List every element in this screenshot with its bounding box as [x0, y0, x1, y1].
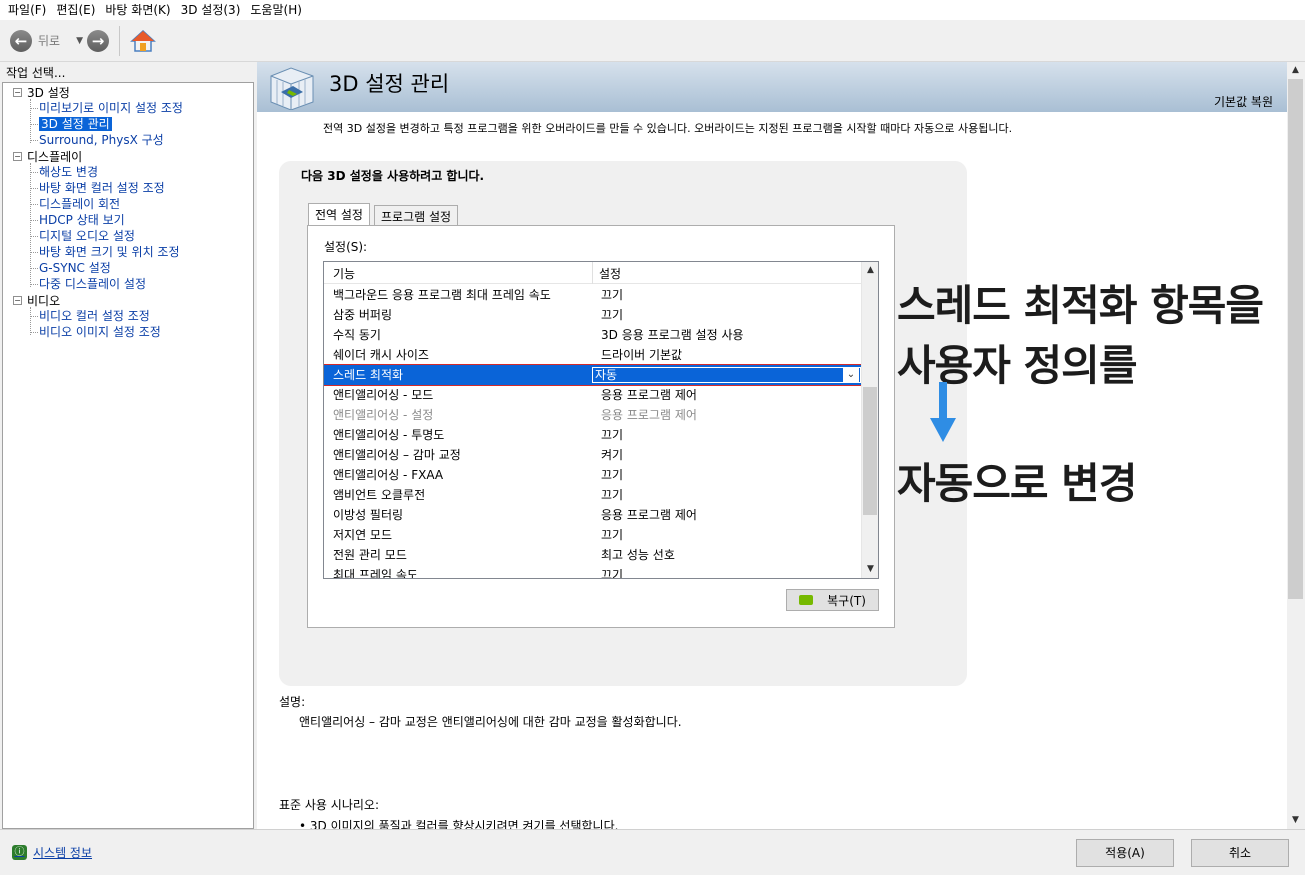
menu-edit[interactable]: 편집(E) [52, 0, 101, 20]
settings-group: 다음 3D 설정을 사용하려고 합니다. 전역 설정 프로그램 설정 설정(S)… [279, 161, 967, 686]
annotation-text: 스레드 최적화 항목을 [897, 281, 1264, 330]
tree-item-surround[interactable]: Surround, PhysX 구성 [31, 132, 164, 148]
tree-category-label: 비디오 [27, 293, 61, 308]
restore-button-label: 복구(T) [827, 593, 866, 608]
chevron-down-icon[interactable]: ⌄ [843, 367, 859, 383]
collapse-icon[interactable]: − [13, 295, 22, 305]
tree-item-desktop-size[interactable]: 바탕 화면 크기 및 위치 조정 [31, 244, 180, 260]
table-row[interactable]: 앰비언트 오클루전 끄기 [324, 485, 861, 505]
description-text: 앤티앨리어싱 – 감마 교정은 앤티앨리어싱에 대한 감마 교정을 활성화합니다… [299, 715, 682, 729]
scroll-thumb[interactable] [1288, 79, 1303, 599]
menu-desktop[interactable]: 바탕 화면(K) [101, 0, 176, 20]
description-label: 설명: [279, 695, 306, 709]
column-header-feature[interactable]: 기능 [333, 265, 355, 282]
table-row[interactable]: 앤티앨리어싱 – 감마 교정 켜기 [324, 445, 861, 465]
settings-list-label: 설정(S): [324, 240, 368, 254]
tab-program-settings[interactable]: 프로그램 설정 [374, 205, 459, 225]
forward-arrow-icon[interactable]: → [87, 29, 110, 52]
table-row[interactable]: 전원 관리 모드 최고 성능 선호 [324, 545, 861, 565]
table-row[interactable]: 저지연 모드 끄기 [324, 525, 861, 545]
cancel-button[interactable]: 취소 [1191, 839, 1289, 867]
menu-bar: 파일(F) 편집(E) 바탕 화면(K) 3D 설정(3) 도움말(H) [0, 0, 1305, 20]
table-row[interactable]: 최대 프레임 속도 끄기 [324, 565, 861, 578]
restore-defaults-link[interactable]: 기본값 복원 [1214, 93, 1273, 110]
tab-global-settings[interactable]: 전역 설정 [308, 203, 370, 225]
table-row[interactable]: 삼중 버퍼링 끄기 [324, 305, 861, 325]
collapse-icon[interactable]: − [13, 151, 22, 161]
scroll-down-icon[interactable]: ▼ [1287, 812, 1304, 829]
menu-3d-settings[interactable]: 3D 설정(3) [177, 0, 247, 20]
tree-line [30, 99, 31, 143]
annotation-text: 자동으로 변경 [897, 459, 1137, 508]
task-tree: − 3D 설정 미리보기로 이미지 설정 조정 3D 설정 관리 Surroun… [2, 82, 254, 829]
toolbar: ← 뒤로 ▼ → [0, 20, 1305, 62]
page-header: 3D 설정 관리 기본값 복원 [257, 62, 1287, 112]
setting-combobox[interactable]: 자동 [592, 367, 861, 383]
menu-help[interactable]: 도움말(H) [246, 0, 308, 20]
system-info-link[interactable]: ⓘ 시스템 정보 [12, 844, 92, 861]
back-button-label[interactable]: 뒤로 [38, 32, 60, 49]
table-row[interactable]: 앤티앨리어싱 - 투명도 끄기 [324, 425, 861, 445]
scenario-item: • 3D 이미지의 품질과 컬러를 향상시키려면 켜기를 선택합니다. [299, 819, 619, 829]
tree-item-gsync[interactable]: G-SYNC 설정 [31, 260, 111, 276]
tree-category-label: 디스플레이 [27, 149, 83, 164]
column-header-setting[interactable]: 설정 [599, 265, 621, 282]
scroll-thumb[interactable] [863, 387, 877, 515]
tree-category-3d[interactable]: − 3D 설정 [13, 84, 70, 100]
nvidia-logo-icon [799, 595, 814, 605]
tree-item-video-color[interactable]: 비디오 컬러 설정 조정 [31, 308, 150, 324]
apply-button[interactable]: 적용(A) [1076, 839, 1174, 867]
scroll-down-icon[interactable]: ▼ [862, 561, 878, 578]
table-row-selected[interactable]: 스레드 최적화 자동 ⌄ [324, 364, 862, 386]
page-title: 3D 설정 관리 [329, 72, 450, 96]
table-row[interactable]: 쉐이더 캐시 사이즈 드라이버 기본값 [324, 345, 861, 365]
bottom-bar: ⓘ 시스템 정보 적용(A) 취소 [0, 829, 1305, 875]
restore-button[interactable]: 복구(T) [786, 589, 879, 611]
table-row[interactable]: 앤티앨리어싱 - FXAA 끄기 [324, 465, 861, 485]
toolbar-separator [119, 25, 121, 56]
back-arrow-icon[interactable]: ← [10, 29, 32, 52]
table-row[interactable]: 이방성 필터링 응용 프로그램 제어 [324, 505, 861, 525]
page-description: 전역 3D 설정을 변경하고 특정 프로그램을 위한 오버라이드를 만들 수 있… [323, 122, 1013, 135]
back-dropdown-icon[interactable]: ▼ [76, 36, 83, 46]
table-row[interactable]: 앤티앨리어싱 - 설정 응용 프로그램 제어 [324, 405, 861, 425]
scroll-up-icon[interactable]: ▲ [1287, 62, 1304, 79]
tree-item-rotate[interactable]: 디스플레이 회전 [30, 196, 120, 212]
system-info-icon: ⓘ [12, 845, 27, 860]
main-scrollbar[interactable]: ▲ ▼ [1287, 62, 1304, 829]
tree-category-label: 3D 설정 [27, 85, 70, 100]
list-header: 기능 설정 [324, 262, 861, 284]
tree-item-multi-display[interactable]: 다중 디스플레이 설정 [31, 276, 146, 292]
tree-item-manage-3d[interactable]: 3D 설정 관리 [31, 116, 112, 132]
tree-item-resolution[interactable]: 해상도 변경 [30, 164, 98, 180]
tree-category-video[interactable]: − 비디오 [13, 292, 60, 308]
tree-item-preview[interactable]: 미리보기로 이미지 설정 조정 [31, 100, 183, 116]
table-row[interactable]: 앤티앨리어싱 - 모드 응용 프로그램 제어 [324, 385, 861, 405]
collapse-icon[interactable]: − [13, 87, 22, 97]
tree-item-video-image[interactable]: 비디오 이미지 설정 조정 [31, 324, 161, 340]
system-info-label: 시스템 정보 [33, 846, 93, 860]
task-select-label: 작업 선택... [6, 66, 66, 80]
3d-settings-icon [267, 66, 317, 113]
scroll-up-icon[interactable]: ▲ [862, 262, 878, 279]
column-divider[interactable] [592, 262, 593, 284]
tree-item-hdcp[interactable]: HDCP 상태 보기 [31, 212, 125, 228]
tab-panel: 설정(S): 기능 설정 백그라운드 응용 프로그램 최대 프레임 속도 끄기 삼… [307, 225, 895, 628]
settings-list[interactable]: 기능 설정 백그라운드 응용 프로그램 최대 프레임 속도 끄기 삼중 버퍼링 끄기… [323, 261, 879, 579]
table-row[interactable]: 백그라운드 응용 프로그램 최대 프레임 속도 끄기 [324, 285, 861, 305]
scenario-label: 표준 사용 시나리오: [279, 798, 379, 812]
tree-category-display[interactable]: − 디스플레이 [13, 148, 82, 164]
home-icon[interactable] [130, 29, 156, 53]
tree-item-desktop-color[interactable]: 바탕 화면 컬러 설정 조정 [31, 180, 165, 196]
tree-line [30, 307, 31, 335]
settings-heading: 다음 3D 설정을 사용하려고 합니다. [301, 169, 485, 183]
main-content: 3D 설정 관리 기본값 복원 전역 3D 설정을 변경하고 특정 프로그램을 … [257, 62, 1287, 829]
tree-item-digital-audio[interactable]: 디지털 오디오 설정 [31, 228, 135, 244]
list-scrollbar[interactable]: ▲ ▼ [861, 262, 878, 578]
down-arrow-icon [930, 382, 956, 447]
menu-file[interactable]: 파일(F) [4, 0, 52, 20]
table-row[interactable]: 수직 동기 3D 응용 프로그램 설정 사용 [324, 325, 861, 345]
